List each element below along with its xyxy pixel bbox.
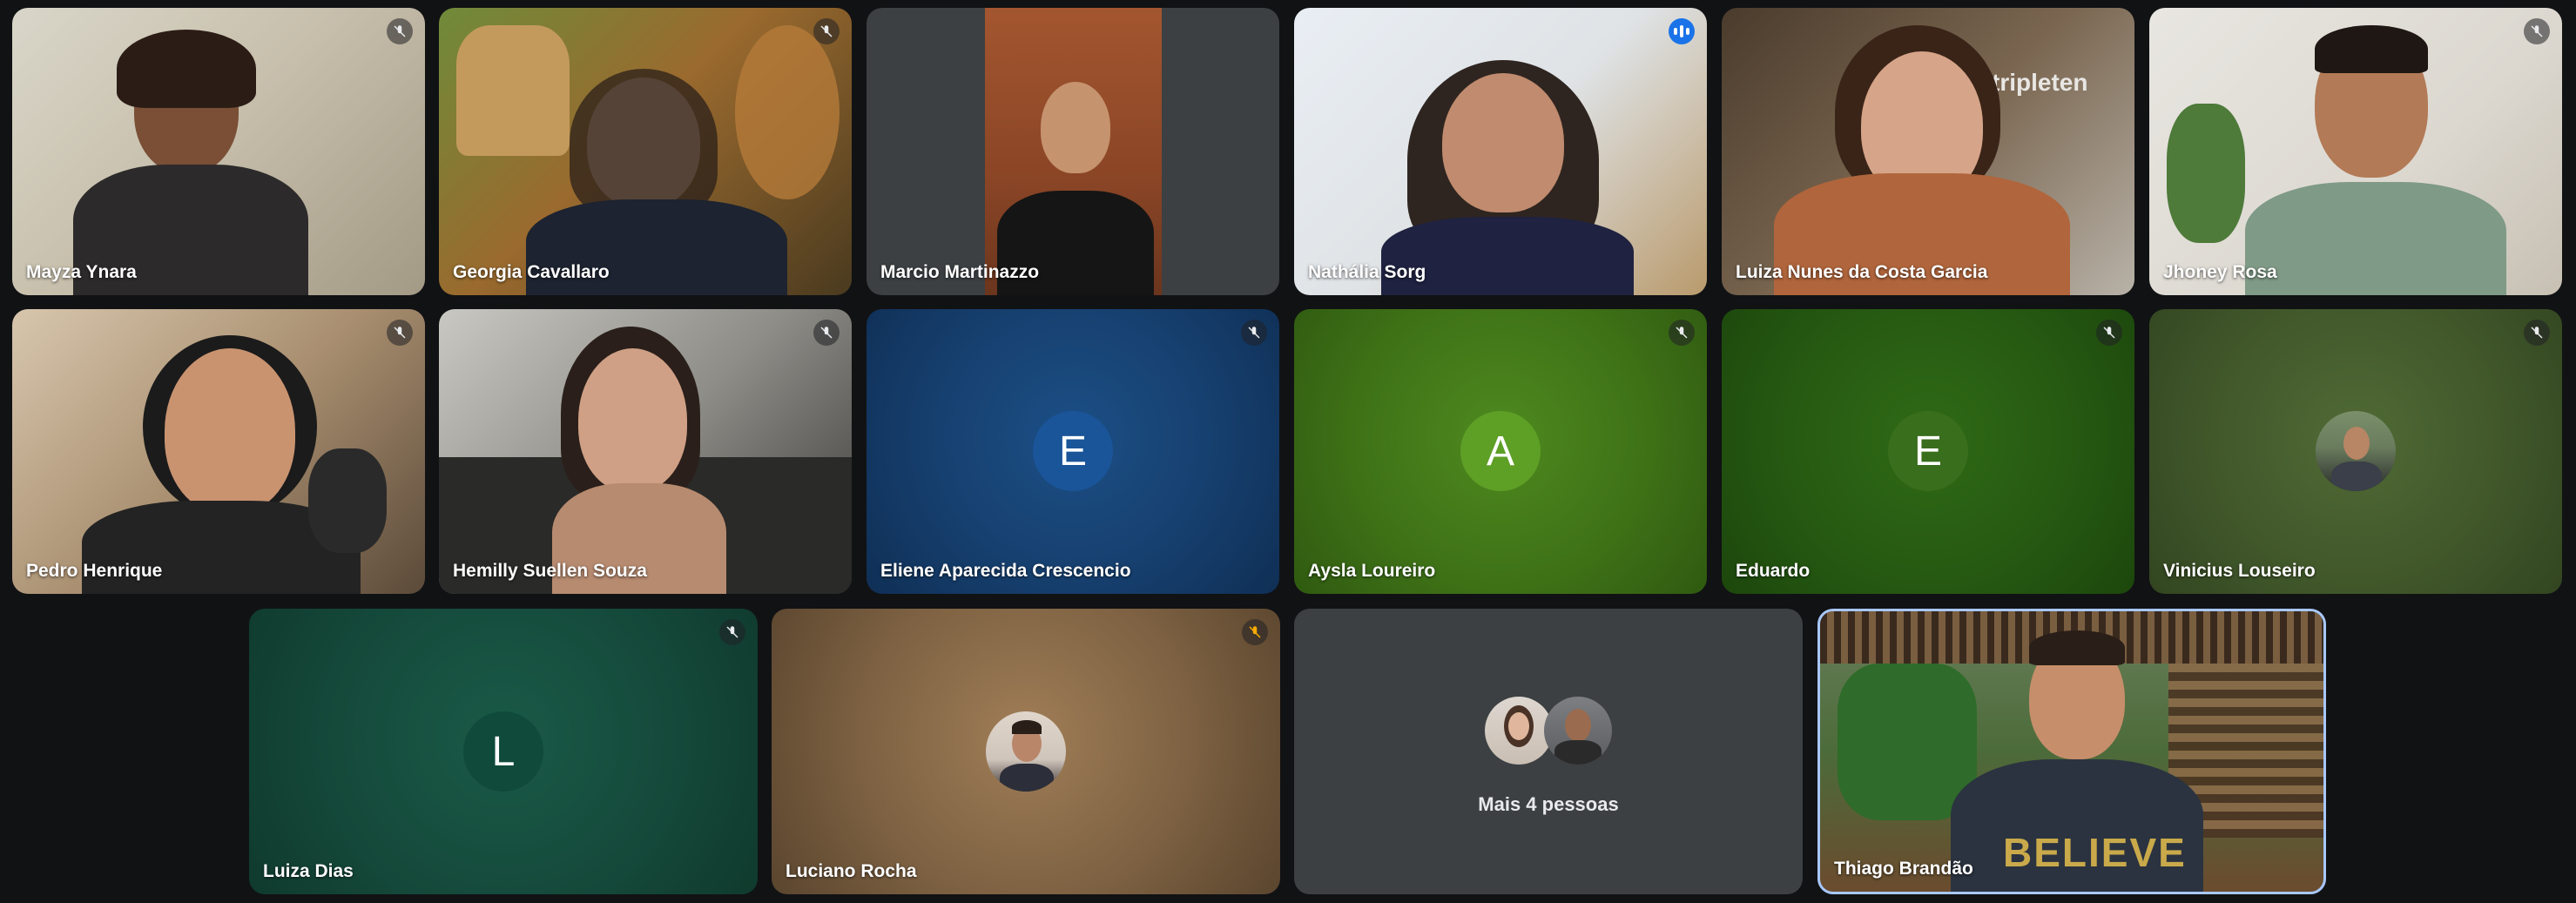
- video-feed: BELIEVE: [1820, 611, 2323, 892]
- participant-name: Aysla Loureiro: [1308, 561, 1436, 581]
- participant-tile-eduardo[interactable]: E Eduardo: [1722, 309, 2134, 594]
- avatar: L: [463, 711, 543, 792]
- wall-sign: tripleten: [1992, 69, 2088, 96]
- participant-tile-georgia[interactable]: Georgia Cavallaro: [439, 8, 852, 295]
- avatar: [1544, 697, 1612, 765]
- video-feed: [12, 309, 425, 594]
- participant-name: Vinicius Louseiro: [2163, 561, 2316, 581]
- mic-muted-icon: [1242, 619, 1268, 645]
- avatar: E: [1033, 411, 1113, 491]
- participant-tile-aysla[interactable]: A Aysla Loureiro: [1294, 309, 1707, 594]
- participant-name: Jhoney Rosa: [2163, 262, 2277, 282]
- mic-muted-icon: [813, 320, 840, 346]
- more-participants-tile[interactable]: Mais 4 pessoas: [1294, 609, 1803, 894]
- participant-name: Luiza Dias: [263, 861, 354, 881]
- participant-name: Hemilly Suellen Souza: [453, 561, 647, 581]
- mic-muted-icon: [1669, 320, 1695, 346]
- participant-name: Pedro Henrique: [26, 561, 163, 581]
- video-feed: [439, 8, 852, 295]
- avatar: E: [1888, 411, 1968, 491]
- participant-name: Georgia Cavallaro: [453, 262, 610, 282]
- shirt-text: BELIEVE: [2003, 830, 2187, 875]
- avatar: [1485, 697, 1553, 765]
- video-feed: [867, 8, 1279, 295]
- participant-name: Eliene Aparecida Crescencio: [880, 561, 1131, 581]
- mic-muted-icon: [813, 18, 840, 44]
- video-feed: [439, 309, 852, 594]
- participant-name: Thiago Brandão: [1834, 859, 1973, 879]
- video-feed: tripleten: [1722, 8, 2134, 295]
- mic-muted-icon: [1241, 320, 1267, 346]
- participant-tile-luiza-dias[interactable]: L Luiza Dias: [249, 609, 758, 894]
- more-participants-label: Mais 4 pessoas: [1478, 793, 1619, 815]
- video-feed: [1294, 8, 1707, 295]
- participant-tile-pedro[interactable]: Pedro Henrique: [12, 309, 425, 594]
- participant-name: Luciano Rocha: [786, 861, 917, 881]
- participant-tile-luiza-nunes[interactable]: tripleten Luiza Nunes da Costa Garcia: [1722, 8, 2134, 295]
- participant-tile-marcio[interactable]: Marcio Martinazzo: [867, 8, 1279, 295]
- mic-muted-icon: [2096, 320, 2122, 346]
- participant-tile-nathalia[interactable]: Nathália Sorg: [1294, 8, 1707, 295]
- participant-name: Nathália Sorg: [1308, 262, 1426, 282]
- avatar: [2316, 411, 2396, 491]
- video-feed: [12, 8, 425, 295]
- participant-name: Luiza Nunes da Costa Garcia: [1736, 262, 1988, 282]
- participant-tile-vinicius[interactable]: Vinicius Louseiro: [2149, 309, 2562, 594]
- mic-muted-icon: [387, 320, 413, 346]
- participant-name: Mayza Ynara: [26, 262, 137, 282]
- mic-muted-icon: [2524, 18, 2550, 44]
- mic-muted-icon: [2524, 320, 2550, 346]
- avatar: A: [1460, 411, 1541, 491]
- avatar: [986, 711, 1066, 792]
- mic-muted-icon: [719, 619, 745, 645]
- participant-tile-thiago[interactable]: BELIEVE Thiago Brandão: [1817, 609, 2326, 894]
- participant-tile-hemilly[interactable]: Hemilly Suellen Souza: [439, 309, 852, 594]
- speaking-indicator-icon: [1669, 18, 1695, 44]
- participant-tile-eliene[interactable]: E Eliene Aparecida Crescencio: [867, 309, 1279, 594]
- participant-name: Eduardo: [1736, 561, 1811, 581]
- participant-tile-mayza[interactable]: Mayza Ynara: [12, 8, 425, 295]
- mic-muted-icon: [387, 18, 413, 44]
- video-feed: [2149, 8, 2562, 295]
- participant-name: Marcio Martinazzo: [880, 262, 1040, 282]
- participant-tile-jhoney[interactable]: Jhoney Rosa: [2149, 8, 2562, 295]
- participant-tile-luciano[interactable]: Luciano Rocha: [772, 609, 1280, 894]
